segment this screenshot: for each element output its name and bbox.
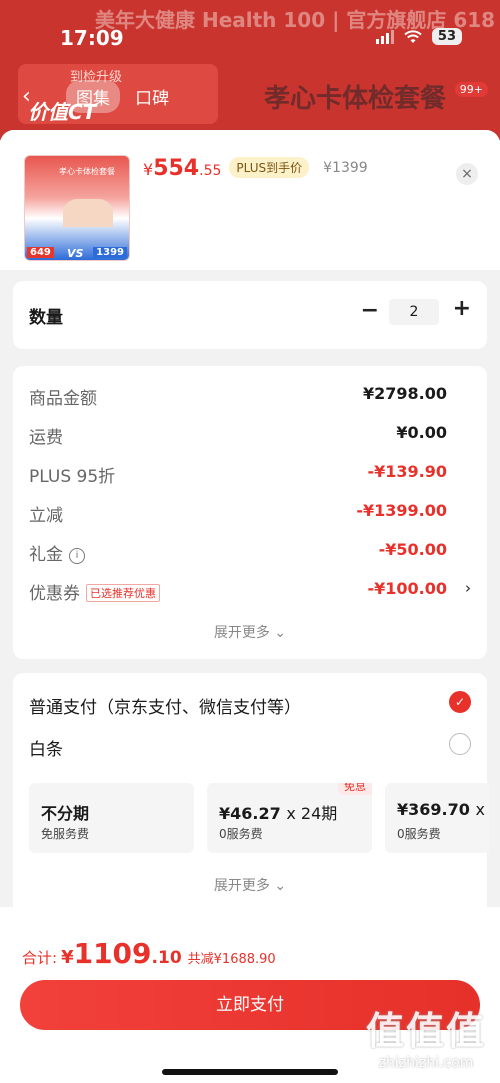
installment-sub: 0服务费 — [219, 827, 263, 841]
price-symbol: ¥ — [143, 160, 154, 179]
quantity-minus-button[interactable]: − — [361, 298, 379, 323]
close-icon[interactable]: × — [456, 163, 478, 185]
quantity-card: 数量 − 2 + — [13, 281, 487, 349]
installment-main: ¥369.70 x — [397, 800, 485, 819]
price-row-label-wrap: 礼金 i — [29, 540, 85, 566]
page-title: 孝心卡体检套餐 — [264, 84, 447, 114]
installment-list: 不分期 免服务费 免息 ¥46.27 x 24期 0服务费 ¥369.70 x … — [29, 783, 489, 855]
price-row-label: 立减 — [29, 506, 63, 526]
product-price: ¥ 554 .55 PLUS到手价 ¥1399 — [143, 156, 368, 181]
price-row-value: -¥1399.00 — [356, 501, 447, 520]
price-row-value: ¥2798.00 — [362, 384, 447, 403]
total-saving: 共减¥1688.90 — [187, 952, 276, 967]
price-row-value: -¥139.90 — [367, 462, 447, 481]
installment-sub: 免服务费 — [41, 827, 90, 841]
price-row-label: 商品金额 — [29, 389, 97, 409]
thumb-price-left: 649 — [27, 247, 54, 258]
tab-reviews[interactable]: 口碑 — [125, 80, 179, 113]
payment-option-normal[interactable]: 普通支付（京东支付、微信支付等） ✓ — [29, 689, 471, 718]
price-row-instant-discount: 立减 -¥1399.00 — [29, 501, 471, 526]
status-bar: 17:09 53 — [0, 0, 500, 60]
installment-sub: 0服务费 — [397, 827, 441, 841]
installment-amount: ¥369.70 — [397, 800, 470, 819]
installment-option-3[interactable]: ¥369.70 x 0服务费 — [385, 783, 489, 853]
info-icon[interactable]: i — [69, 548, 85, 564]
check-icon[interactable]: ✓ — [449, 691, 471, 713]
coupon-tag: 已选推荐优惠 — [86, 584, 160, 602]
installment-main: ¥46.27 x 24期 — [219, 800, 337, 824]
price-row-label: 优惠券 — [29, 584, 80, 604]
product-header: 孝心卡体检套餐 649 VS 1399 ¥ 554 .55 PLUS到手价 ¥1… — [0, 130, 500, 270]
installment-times: x — [475, 800, 485, 819]
tab-gallery[interactable]: 图集 — [66, 80, 120, 113]
price-row-gift-money: 礼金 i -¥50.00 — [29, 540, 471, 566]
thumb-vs: VS — [67, 247, 84, 260]
installment-option-none[interactable]: 不分期 免服务费 — [29, 783, 194, 853]
installment-option-24[interactable]: 免息 ¥46.27 x 24期 0服务费 — [207, 783, 372, 853]
original-price: ¥1399 — [323, 160, 368, 176]
installment-amount: ¥46.27 — [219, 804, 281, 823]
price-row-value: ¥0.00 — [396, 423, 447, 442]
price-row-coupon[interactable]: 优惠券 已选推荐优惠 -¥100.00 › — [29, 579, 471, 604]
price-row-goods: 商品金额 ¥2798.00 — [29, 384, 471, 409]
price-row-value: -¥100.00 — [367, 579, 447, 598]
cart-badge[interactable]: 99+ — [454, 82, 488, 97]
price-details-card: 商品金额 ¥2798.00 运费 ¥0.00 PLUS 95折 -¥139.90… — [13, 366, 487, 659]
price-integer: 554 — [153, 156, 200, 181]
price-row-label: 运费 — [29, 428, 63, 448]
status-time: 17:09 — [60, 26, 124, 50]
back-icon[interactable]: ‹ — [22, 84, 31, 109]
wifi-icon — [404, 29, 422, 43]
installment-times: x 24期 — [286, 804, 338, 823]
plus-price-tag: PLUS到手价 — [229, 157, 310, 178]
thumb-price-right: 1399 — [93, 247, 127, 258]
battery-icon: 53 — [431, 28, 462, 45]
expand-more-link[interactable]: 展开更多 ⌄ — [13, 875, 487, 895]
price-row-plus-discount: PLUS 95折 -¥139.90 — [29, 462, 471, 487]
price-row-label: 礼金 — [29, 545, 63, 565]
watermark: 值值值 zhizhizhi.com — [366, 1000, 486, 1071]
installment-main: 不分期 — [41, 804, 90, 823]
nav-tabs: 图集 口碑 — [66, 80, 179, 113]
thumb-title: 孝心卡体检套餐 — [59, 167, 115, 176]
watermark-logo: 值值值 — [365, 1009, 486, 1053]
order-total: 合计: ¥ 1109 .10 共减¥1688.90 — [22, 937, 276, 970]
price-row-label: PLUS 95折 — [29, 467, 116, 487]
total-symbol: ¥ — [61, 947, 74, 968]
product-thumbnail: 孝心卡体检套餐 649 VS 1399 — [24, 155, 130, 261]
expand-more-link[interactable]: 展开更多 ⌄ — [13, 622, 487, 642]
payment-option-label: 普通支付（京东支付、微信支付等） — [29, 698, 301, 718]
total-label: 合计: — [22, 949, 58, 967]
payment-option-label: 白条 — [29, 740, 63, 760]
quantity-input[interactable]: 2 — [389, 299, 439, 325]
watermark-url: zhizhizhi.com — [378, 1055, 474, 1071]
price-row-shipping: 运费 ¥0.00 — [29, 423, 471, 448]
quantity-label: 数量 — [29, 308, 63, 328]
status-icons: 53 — [375, 28, 462, 45]
total-integer: 1109 — [73, 937, 152, 970]
price-row-label-wrap: 优惠券 已选推荐优惠 — [29, 579, 160, 604]
signal-icon — [375, 29, 394, 44]
chevron-right-icon[interactable]: › — [465, 579, 471, 597]
thumb-photo — [63, 199, 113, 227]
price-decimal: .55 — [199, 163, 222, 179]
total-decimal: .10 — [151, 948, 182, 968]
payment-option-baitiao[interactable]: 白条 — [29, 731, 471, 760]
home-indicator — [162, 1069, 338, 1075]
quantity-plus-button[interactable]: + — [453, 296, 471, 321]
price-row-value: -¥50.00 — [378, 540, 447, 559]
interest-free-badge: 免息 — [338, 783, 372, 795]
radio-button[interactable] — [449, 733, 471, 755]
